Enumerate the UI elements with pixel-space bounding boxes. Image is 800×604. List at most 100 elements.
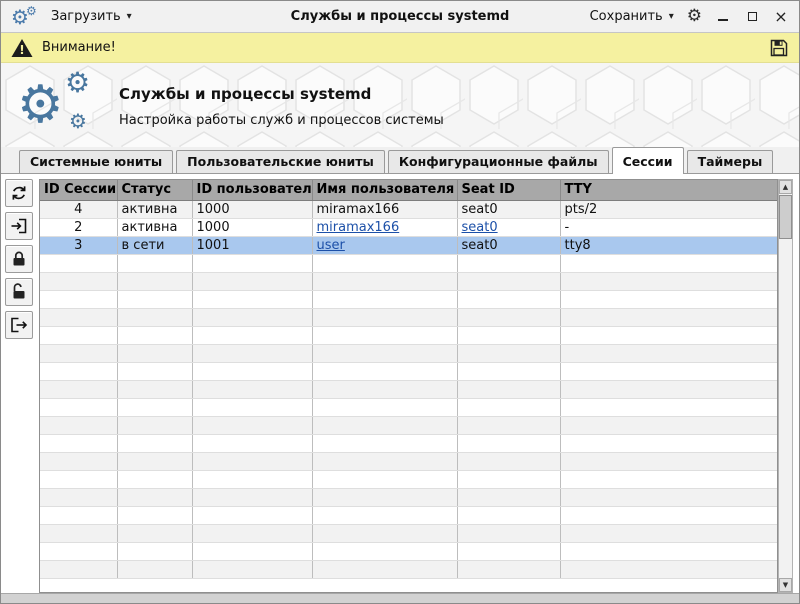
empty-row: [40, 254, 778, 272]
empty-row: [40, 452, 778, 470]
close-icon: ×: [774, 9, 787, 25]
empty-row: [40, 506, 778, 524]
unlock-session-button[interactable]: [5, 278, 33, 306]
scroll-down-button[interactable]: ▼: [779, 578, 792, 592]
window-footer: [1, 593, 799, 603]
page-title: Службы и процессы systemd: [119, 85, 371, 103]
svg-text:!: !: [19, 43, 24, 57]
save-button[interactable]: Сохранить ▾: [590, 9, 674, 24]
cell-link[interactable]: seat0: [462, 220, 498, 235]
empty-row: [40, 326, 778, 344]
table-cell: 2: [40, 218, 117, 236]
minimize-button[interactable]: [715, 8, 731, 26]
titlebar: ⚙ ⚙ Загрузить ▾ Службы и процессы system…: [1, 1, 799, 33]
save-to-file-button[interactable]: [769, 38, 789, 58]
caret-down-icon: ▾: [127, 11, 132, 22]
table-cell: активна: [117, 200, 192, 218]
scroll-up-button[interactable]: ▲: [779, 180, 792, 194]
lock-icon: [10, 250, 28, 268]
cell-link[interactable]: user: [317, 238, 345, 253]
activate-session-button[interactable]: [5, 212, 33, 240]
empty-row: [40, 524, 778, 542]
unlock-icon: [10, 283, 28, 301]
column-header[interactable]: Имя пользователя: [312, 180, 457, 200]
maximize-button[interactable]: [744, 8, 760, 26]
empty-row: [40, 542, 778, 560]
column-header[interactable]: Seat ID: [457, 180, 560, 200]
table-cell: 3: [40, 236, 117, 254]
table-cell: seat0: [457, 236, 560, 254]
lock-session-button[interactable]: [5, 245, 33, 273]
table-cell: 4: [40, 200, 117, 218]
scrollbar-thumb[interactable]: [779, 195, 792, 239]
caret-down-icon: ▾: [669, 11, 674, 22]
empty-row: [40, 362, 778, 380]
table-row[interactable]: 2активна1000 miramax166 seat0 -: [40, 218, 778, 236]
floppy-disk-icon: [769, 38, 789, 58]
column-header[interactable]: ID Сессии: [40, 180, 117, 200]
page-subtitle: Настройка работы служб и процессов систе…: [119, 113, 444, 128]
table-cell: в сети: [117, 236, 192, 254]
load-button[interactable]: Загрузить ▾: [51, 9, 132, 24]
column-header[interactable]: Статус: [117, 180, 192, 200]
table-cell: user: [312, 236, 457, 254]
column-header[interactable]: ID пользователя: [192, 180, 312, 200]
table-cell: pts/2: [560, 200, 778, 218]
empty-row: [40, 488, 778, 506]
empty-row: [40, 560, 778, 578]
settings-gear-icon[interactable]: ⚙: [687, 8, 702, 25]
tab-user-units[interactable]: Пользовательские юниты: [176, 150, 385, 173]
tab-bar: Системные юнитыПользовательские юнитыКон…: [1, 147, 799, 173]
table-cell: miramax166: [312, 218, 457, 236]
maximize-icon: [748, 12, 757, 21]
app-gears-icon[interactable]: ⚙ ⚙: [11, 5, 39, 29]
tab-sessions[interactable]: Сессии: [612, 147, 684, 174]
table-cell: seat0: [457, 218, 560, 236]
warning-label: Внимание!: [42, 40, 116, 55]
table-cell: активна: [117, 218, 192, 236]
tab-config-files[interactable]: Конфигурационные файлы: [388, 150, 609, 173]
terminate-session-button[interactable]: [5, 311, 33, 339]
empty-row: [40, 344, 778, 362]
hexagon-pattern: [1, 63, 799, 147]
content-area: ID СессииСтатусID пользователяИмя пользо…: [1, 173, 799, 595]
refresh-icon: [10, 184, 28, 202]
vertical-scrollbar[interactable]: ▲ ▼: [778, 179, 793, 593]
empty-row: [40, 398, 778, 416]
load-button-label: Загрузить: [51, 9, 121, 24]
side-toolbar: [5, 179, 33, 339]
warning-bar: ! Внимание!: [1, 33, 799, 63]
table-cell: 1000: [192, 200, 312, 218]
empty-row: [40, 434, 778, 452]
warning-triangle-icon: !: [11, 38, 33, 58]
session-table-body: 4активна1000miramax166seat0pts/22активна…: [40, 200, 778, 578]
minimize-icon: [718, 19, 728, 21]
save-button-label: Сохранить: [590, 9, 663, 24]
refresh-button[interactable]: [5, 179, 33, 207]
table-row[interactable]: 3в сети1001 user seat0tty8: [40, 236, 778, 254]
cell-link[interactable]: miramax166: [317, 220, 400, 235]
tab-timers[interactable]: Таймеры: [687, 150, 774, 173]
logout-icon: [10, 316, 28, 334]
table-cell: 1000: [192, 218, 312, 236]
tab-system-units[interactable]: Системные юниты: [19, 150, 173, 173]
empty-row: [40, 290, 778, 308]
table-header-row: ID СессииСтатусID пользователяИмя пользо…: [40, 180, 778, 200]
table-cell: -: [560, 218, 778, 236]
empty-row: [40, 470, 778, 488]
empty-row: [40, 380, 778, 398]
column-header[interactable]: TTY: [560, 180, 778, 200]
empty-row: [40, 272, 778, 290]
empty-row: [40, 308, 778, 326]
banner: ⚙ ⚙ ⚙ Службы и процессы systemd Настройк…: [1, 63, 799, 147]
empty-row: [40, 416, 778, 434]
table-cell: tty8: [560, 236, 778, 254]
app-window: ⚙ ⚙ Загрузить ▾ Службы и процессы system…: [0, 0, 800, 604]
close-button[interactable]: ×: [773, 8, 789, 26]
table-cell: 1001: [192, 236, 312, 254]
sessions-table: ID СессииСтатусID пользователяИмя пользо…: [39, 179, 778, 593]
table-cell: miramax166: [312, 200, 457, 218]
table-cell: seat0: [457, 200, 560, 218]
table-row[interactable]: 4активна1000miramax166seat0pts/2: [40, 200, 778, 218]
banner-gears-icon: ⚙ ⚙ ⚙: [17, 67, 113, 143]
